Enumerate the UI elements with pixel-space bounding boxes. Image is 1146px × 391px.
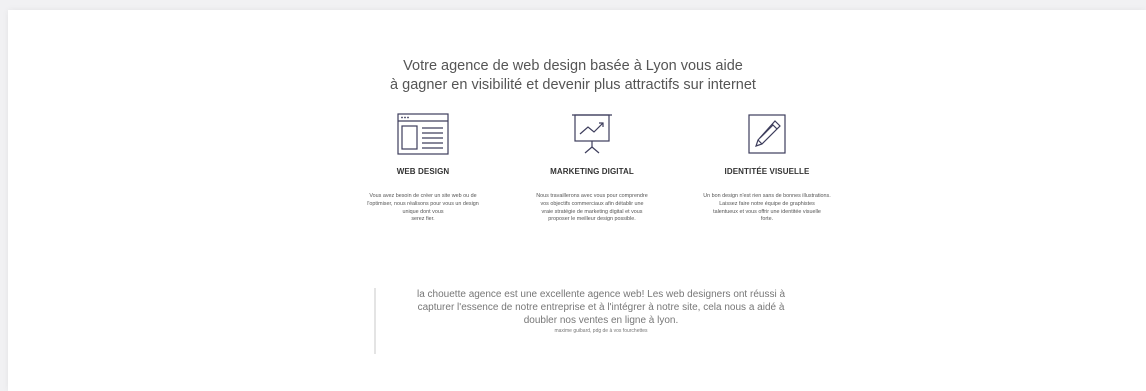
page-headline: Votre agence de web design basée à Lyon … bbox=[0, 57, 1146, 95]
browser-window-icon bbox=[397, 113, 449, 155]
service-description: Vous avez besoin de créer un site web ou… bbox=[367, 193, 479, 223]
testimonial-author: maxime guibard, pdg de à vos fourchettes bbox=[554, 328, 648, 334]
presentation-chart-icon bbox=[572, 114, 612, 154]
service-web-design: WEB DESIGN Vous avez besoin de créer un … bbox=[333, 113, 513, 224]
service-title: IDENTITÉE VISUELLE bbox=[724, 167, 810, 176]
service-title: MARKETING DIGITAL bbox=[550, 167, 634, 176]
service-identite-visuelle: IDENTITÉE VISUELLE Un bon design n'est r… bbox=[677, 113, 857, 224]
headline-line-2: à gagner en visibilité et devenir plus a… bbox=[390, 77, 756, 93]
service-marketing-digital: MARKETING DIGITAL Nous travaillerons ave… bbox=[502, 113, 682, 224]
testimonial-quote: la chouette agence est une excellente ag… bbox=[374, 288, 826, 354]
headline-line-1: Votre agence de web design basée à Lyon … bbox=[403, 58, 743, 74]
service-title: WEB DESIGN bbox=[396, 167, 450, 176]
pencil-icon bbox=[748, 114, 786, 154]
service-description: Un bon design n'est rien sans de bonnes … bbox=[703, 193, 831, 223]
service-description: Nous travaillerons avec vous pour compre… bbox=[536, 193, 648, 223]
testimonial-text: la chouette agence est une excellente ag… bbox=[416, 289, 786, 326]
